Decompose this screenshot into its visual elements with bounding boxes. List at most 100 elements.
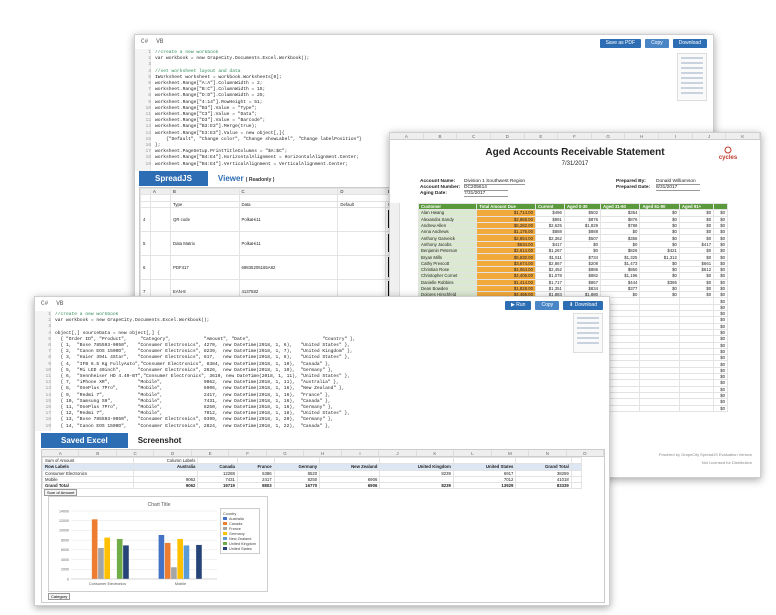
table-cell[interactable]: 83339 xyxy=(515,482,572,490)
tab-csharp[interactable]: C# xyxy=(41,300,48,307)
bar xyxy=(196,544,202,579)
code-text: worksheet.Range["B3:E3"].Merge(true); xyxy=(155,124,257,130)
table-cell[interactable] xyxy=(570,482,582,490)
col-header[interactable]: H xyxy=(304,450,342,456)
col-header[interactable]: C xyxy=(117,450,155,456)
legend-item: United States xyxy=(223,546,257,551)
bar xyxy=(98,547,104,579)
copy-button[interactable]: Copy xyxy=(535,301,560,310)
tab-spreadjs[interactable]: SpreadJS xyxy=(139,171,208,186)
col-header[interactable]: I xyxy=(659,133,693,139)
code-text: { 10, "Samsung S9", "Mobile", 7431, new … xyxy=(55,398,331,404)
legend-label: United States xyxy=(229,546,252,551)
col-header[interactable]: A xyxy=(390,133,424,139)
col-header[interactable]: C xyxy=(457,133,491,139)
legend-swatch xyxy=(223,547,227,550)
download-button[interactable]: ⬇ Download xyxy=(563,301,603,310)
code-text: worksheet.Range["E3:E3"].Value = new obj… xyxy=(155,130,285,136)
table-cell[interactable] xyxy=(639,404,680,412)
col-header[interactable]: K xyxy=(726,133,760,139)
chart-title: Chart Title xyxy=(148,502,171,508)
col-header[interactable]: F xyxy=(229,450,267,456)
copy-button[interactable]: Copy xyxy=(645,39,669,48)
run-button[interactable]: ▶ Run xyxy=(505,301,532,310)
col-header[interactable]: N xyxy=(529,450,567,456)
code-text: //create a new workbook xyxy=(155,50,219,55)
table-cell[interactable]: 9062 xyxy=(132,482,199,490)
download-button[interactable]: Download xyxy=(672,39,707,48)
license-notice: Not Licensed for Distribution xyxy=(701,460,752,465)
code-editor[interactable]: 1//create a new workbook 2 var workbook = … xyxy=(37,312,557,430)
col-header[interactable]: H xyxy=(625,133,660,139)
bar xyxy=(158,534,165,579)
col-header[interactable]: I xyxy=(342,450,380,456)
col-header[interactable]: O xyxy=(567,450,604,456)
col-header[interactable]: G xyxy=(592,133,626,139)
col-header[interactable]: G xyxy=(267,450,305,456)
col-header[interactable]: J xyxy=(693,133,727,139)
code-text: worksheet.Range["D:D"].ColumnWidth = 25; xyxy=(155,93,266,99)
col-header[interactable]: F xyxy=(558,133,592,139)
col-header[interactable]: K xyxy=(417,450,455,456)
table-cell[interactable] xyxy=(678,404,715,412)
pivot-filter-button[interactable]: Sum of Amount xyxy=(44,489,78,496)
excel-sheet[interactable]: ABCDEFGHIJKLMNO Sum of Amount Column Labe… xyxy=(41,449,605,603)
legend-swatch xyxy=(223,522,227,525)
tab-vb[interactable]: VB xyxy=(156,38,163,45)
column-header-bar: ABCDEFGHIJKLMNO xyxy=(42,450,604,457)
table-cell[interactable]: 19719 xyxy=(197,482,238,490)
code-text: worksheet.Range["B4:E4"].VerticalAlignme… xyxy=(155,161,348,167)
tab-screenshot[interactable]: Screenshot xyxy=(138,436,182,445)
col-header[interactable]: M xyxy=(492,450,530,456)
code-text: { 8, "OnePlus 7Pro", "Mobile", 6906, new… xyxy=(55,386,345,392)
code-text: { 7, "iPhone XR", "Mobile", 9062, new Da… xyxy=(55,380,339,386)
code-text: { 4, "IFB 6.5 Kg FullyAuto","Consumer El… xyxy=(55,361,331,367)
col-header[interactable]: D xyxy=(154,450,192,456)
excel-thumbnail[interactable] xyxy=(573,313,603,353)
y-tick-label: 4000 xyxy=(61,558,69,562)
toolbar: Save as PDF Copy Download xyxy=(599,39,707,48)
table-cell[interactable]: 8803 xyxy=(236,482,275,490)
col-header[interactable]: B xyxy=(79,450,117,456)
category-filter-button[interactable]: Category xyxy=(48,593,71,600)
tab-csharp[interactable]: C# xyxy=(141,38,148,45)
table-cell[interactable]: 13929 xyxy=(452,482,517,490)
table-cell[interactable]: 6906 xyxy=(319,482,381,490)
table-cell[interactable]: 8239 xyxy=(379,482,454,490)
col-header[interactable]: J xyxy=(379,450,417,456)
y-tick-label: 0 xyxy=(67,577,69,581)
tab-saved-excel[interactable]: Saved Excel xyxy=(41,433,128,448)
code-text: //set worksheet layout and data xyxy=(155,68,241,74)
save-as-pdf-button[interactable]: Save as PDF xyxy=(599,39,642,48)
language-tabs: C# VB xyxy=(135,35,169,48)
legend-swatch xyxy=(223,527,227,530)
col-header[interactable]: E xyxy=(192,450,230,456)
prepared-info: Prepared By: Donald Williamson Prepared D… xyxy=(616,179,700,191)
code-text: { 1, "Bose 785593-0050", "Consumer Elect… xyxy=(55,343,350,349)
table-cell[interactable]: $0 xyxy=(713,404,728,412)
code-text: { 2, "Canon EOS 1500D", "Consumer Electr… xyxy=(55,349,353,355)
tab-viewer[interactable]: Viewer ( Readonly ) xyxy=(218,174,275,183)
table-cell[interactable]: 16770 xyxy=(273,482,321,490)
code-text: { 11, "OnePlus 7Pro", "Mobile", 8250, ne… xyxy=(55,405,334,411)
tab-vb[interactable]: VB xyxy=(56,300,63,307)
code-text: worksheet.Range["4:14"].RowHeight = 51; xyxy=(155,99,263,105)
chart-legend[interactable]: Country Australia Canada France Germany New Z… xyxy=(220,508,260,554)
y-tick-label: 12000 xyxy=(59,519,69,523)
code-text: worksheet.Range["B4:E4"].HorizontalAlign… xyxy=(155,155,359,161)
language-tabs: C# VB xyxy=(35,297,69,310)
col-header[interactable]: A xyxy=(42,450,80,456)
code-text: worksheet.Range["C3"].Value = "Data"; xyxy=(155,112,257,118)
pdf-thumbnail[interactable] xyxy=(677,53,707,101)
legend-swatch xyxy=(223,532,227,535)
legend-label: United Kingdom xyxy=(229,541,257,546)
bar xyxy=(116,538,123,579)
legend-item: United Kingdom xyxy=(223,541,257,546)
col-header[interactable]: B xyxy=(424,133,458,139)
line-number: 19 xyxy=(45,423,51,429)
code-text: worksheet.Range["B:C"].ColumnWidth = 15; xyxy=(155,87,266,93)
col-header[interactable]: E xyxy=(525,133,559,139)
col-header[interactable]: L xyxy=(454,450,492,456)
col-header[interactable]: D xyxy=(491,133,525,139)
bar xyxy=(91,519,98,579)
